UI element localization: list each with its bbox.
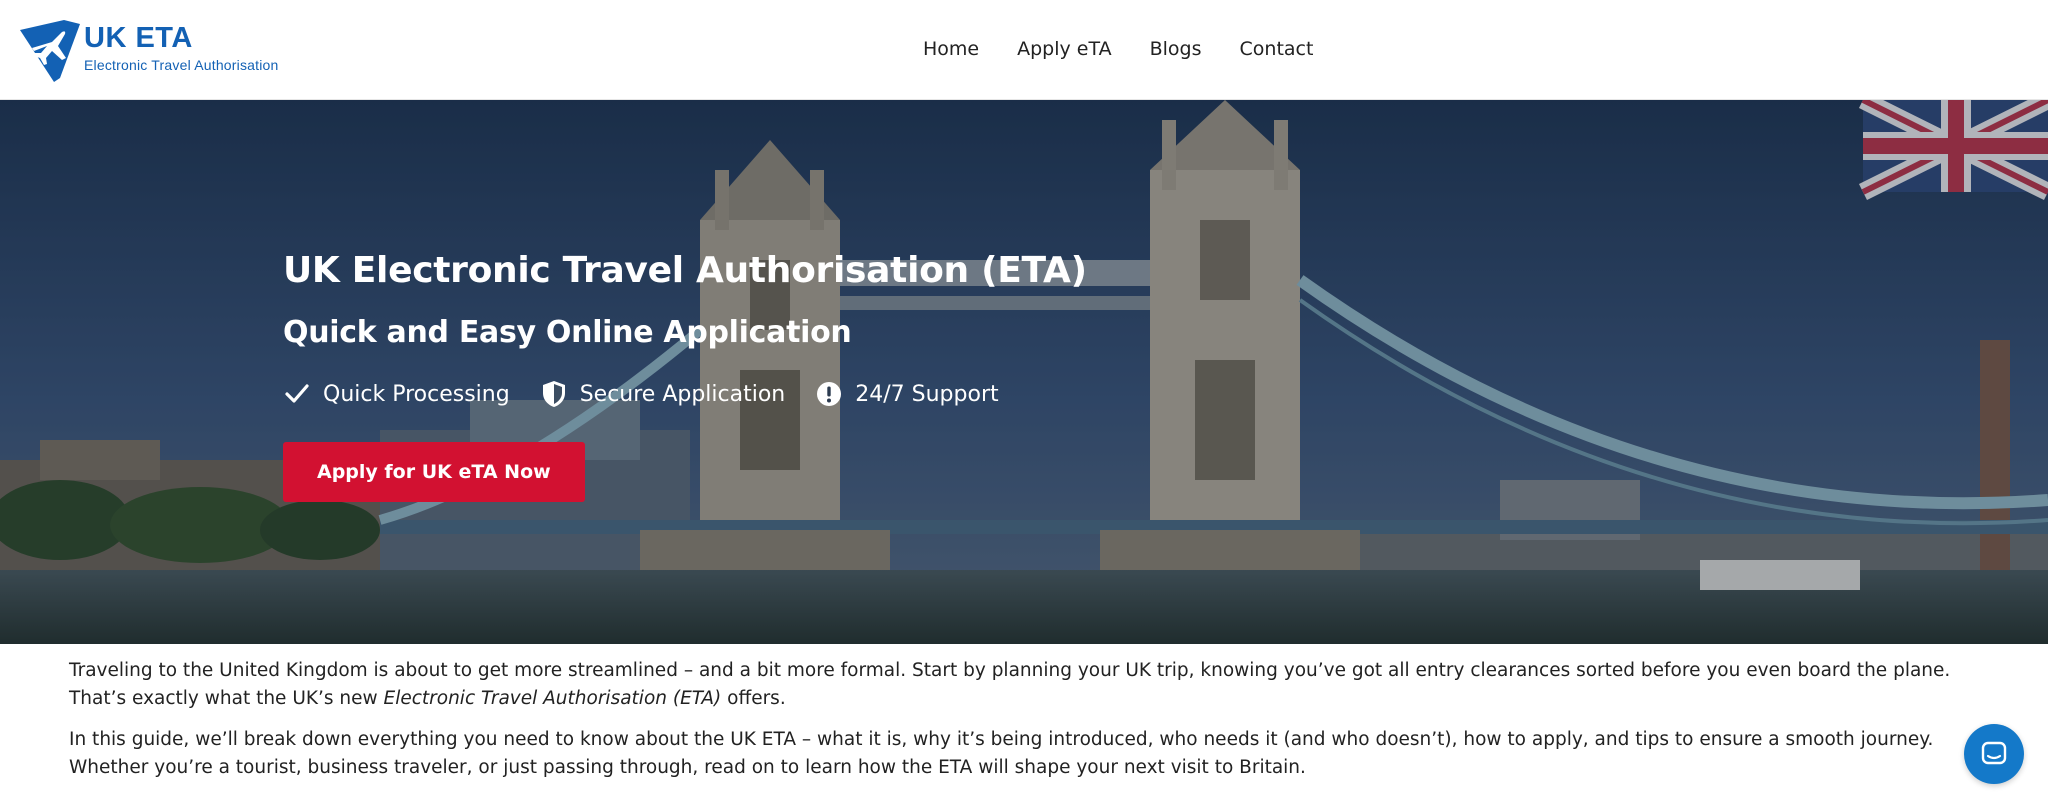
check-icon — [283, 380, 311, 408]
feature-quick-processing: Quick Processing — [283, 380, 510, 408]
main-nav: Home Apply eTA Blogs Contact — [923, 38, 1351, 60]
logo-subtitle: Electronic Travel Authorisation — [84, 57, 279, 73]
site-header: UK ETA Electronic Travel Authorisation H… — [0, 0, 2048, 100]
article-intro: Traveling to the United Kingdom is about… — [69, 657, 1979, 795]
hero-content: UK Electronic Travel Authorisation (ETA)… — [283, 250, 1087, 502]
article-paragraph: Traveling to the United Kingdom is about… — [69, 660, 1951, 709]
feature-label: Quick Processing — [323, 381, 510, 407]
plane-logo-icon — [18, 18, 84, 84]
exclamation-circle-icon — [815, 380, 843, 408]
shield-icon — [540, 380, 568, 408]
article-paragraph: In this guide, we’ll break down everythi… — [69, 729, 1934, 778]
site-logo[interactable]: UK ETA Electronic Travel Authorisation — [18, 18, 279, 84]
feature-label: Secure Application — [579, 381, 786, 407]
hero-subtitle: Quick and Easy Online Application — [283, 315, 852, 350]
hero-banner: UK Electronic Travel Authorisation (ETA)… — [0, 100, 2048, 644]
feature-secure-application: Secure Application — [540, 380, 786, 408]
feature-list: Quick Processing Secure Application 24/7… — [283, 380, 1087, 408]
nav-apply-eta[interactable]: Apply eTA — [1017, 38, 1112, 60]
feature-support: 24/7 Support — [815, 380, 999, 408]
apply-now-button[interactable]: Apply for UK eTA Now — [283, 442, 585, 502]
hero-title: UK Electronic Travel Authorisation (ETA) — [283, 250, 1087, 291]
feature-label: 24/7 Support — [855, 381, 999, 407]
logo-title: UK ETA — [84, 22, 193, 54]
nav-blogs[interactable]: Blogs — [1150, 38, 1202, 60]
chat-icon — [1981, 741, 2007, 765]
chat-widget-button[interactable] — [1964, 724, 2024, 784]
nav-home[interactable]: Home — [923, 38, 979, 60]
nav-contact[interactable]: Contact — [1240, 38, 1314, 60]
